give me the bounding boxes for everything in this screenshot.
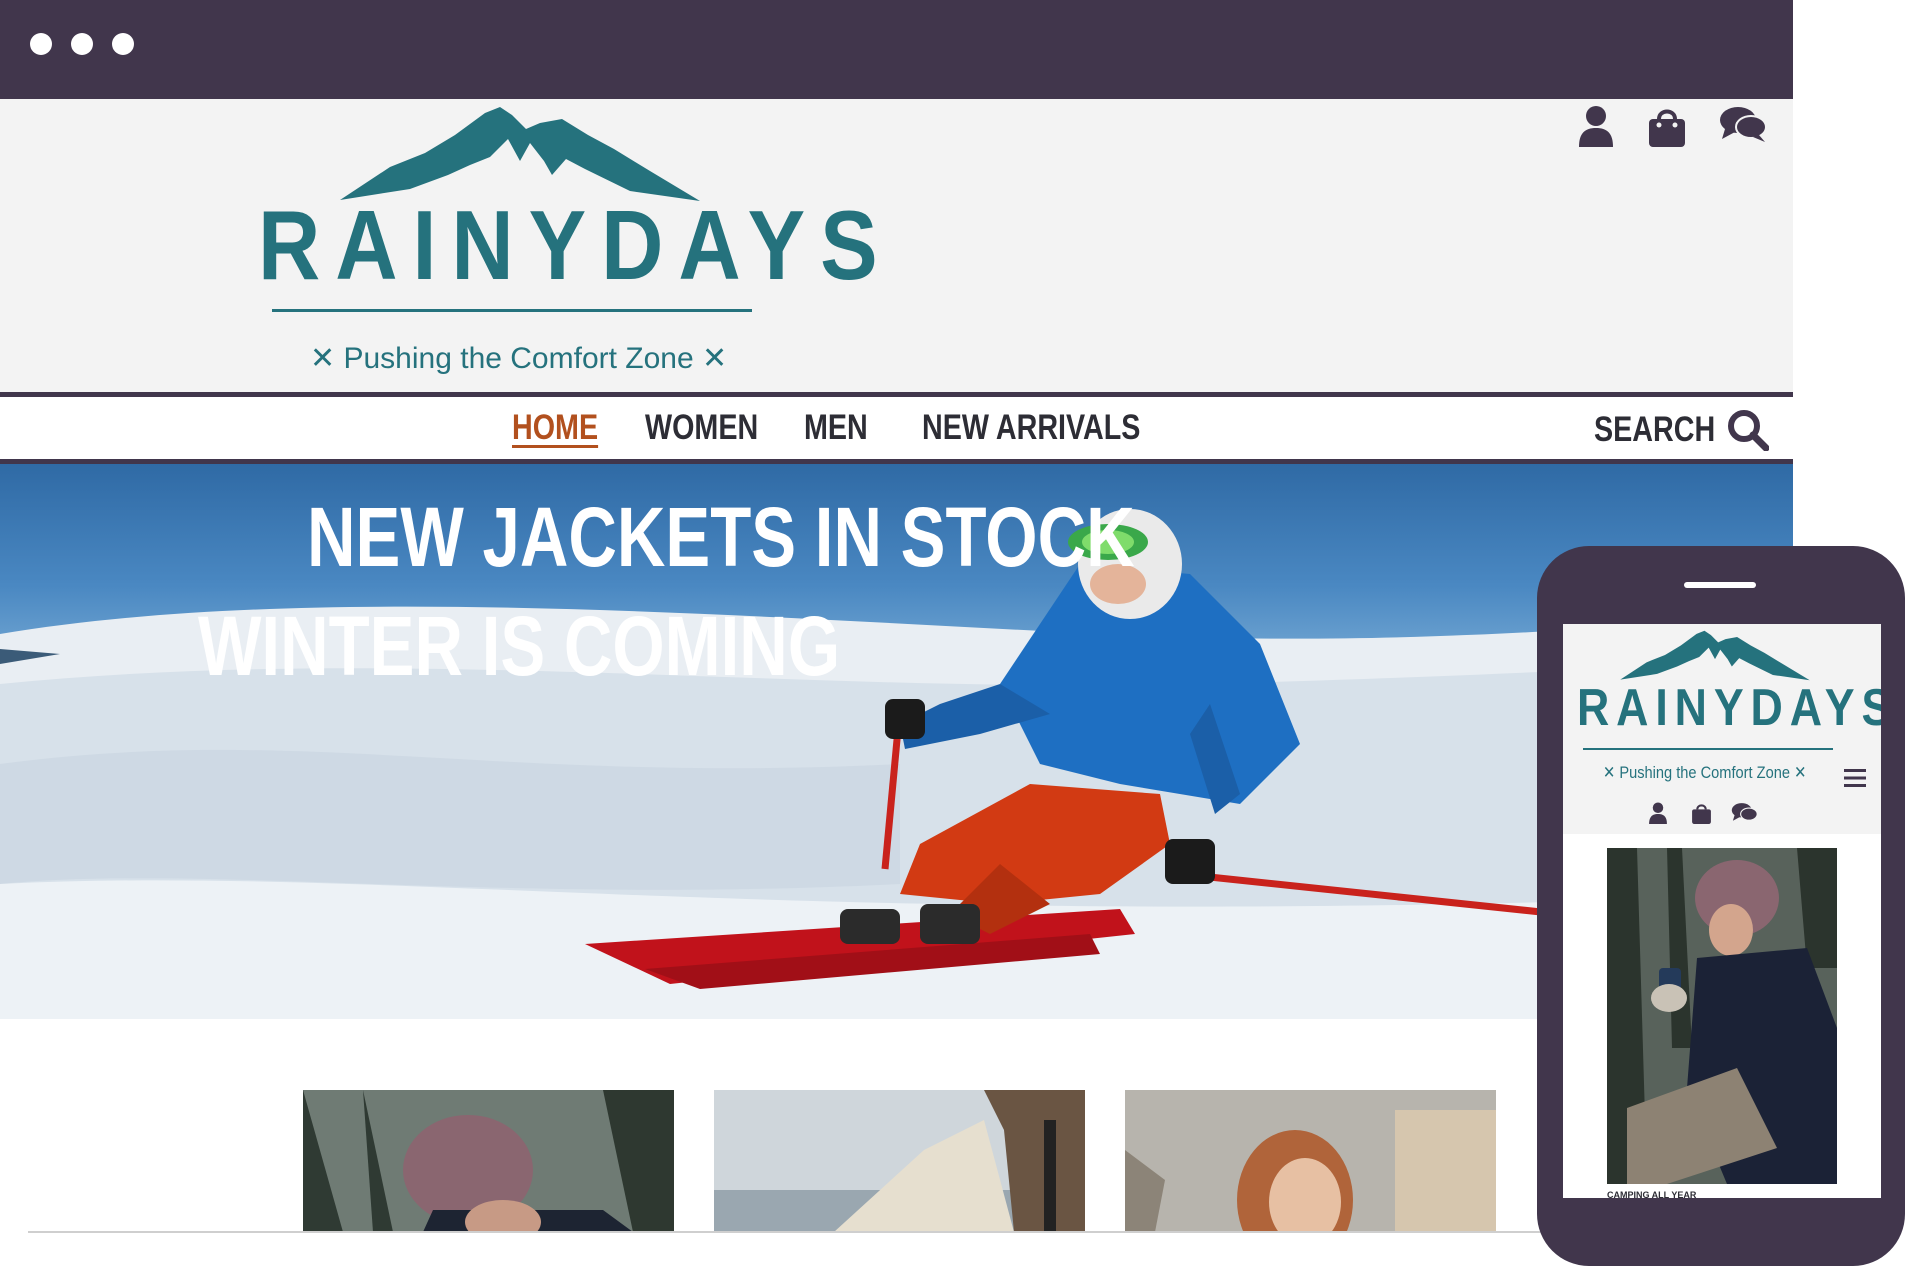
nav-item-men[interactable]: MEN bbox=[804, 408, 868, 448]
product-thumbnail[interactable] bbox=[714, 1090, 1085, 1232]
shopping-bag-icon[interactable] bbox=[1691, 802, 1712, 825]
camping-woman-image bbox=[1607, 848, 1837, 1184]
logo-divider bbox=[272, 309, 752, 312]
window-control-dot[interactable] bbox=[71, 33, 93, 55]
site-header: RAINYDAYS ✕ Pushing the Comfort Zone ✕ bbox=[0, 99, 1793, 392]
mobile-product-image[interactable] bbox=[1607, 848, 1837, 1184]
product-thumbnail[interactable] bbox=[303, 1090, 674, 1232]
brand-tagline: ✕ Pushing the Comfort Zone ✕ bbox=[310, 341, 727, 376]
shopping-bag-icon[interactable] bbox=[1647, 105, 1687, 149]
mobile-phone-mockup: RAINYDAYS ✕ Pushing the Comfort Zone ✕ C… bbox=[1537, 546, 1905, 1266]
product-thumbnail-image bbox=[303, 1090, 674, 1232]
tagline-mark: ✕ bbox=[1794, 763, 1807, 782]
mobile-brand-wordmark: RAINYDAYS bbox=[1577, 679, 1881, 737]
search-icon[interactable] bbox=[1727, 409, 1769, 451]
mountain-logo-icon bbox=[1620, 630, 1810, 681]
nav-item-new-arrivals[interactable]: NEW ARRIVALS bbox=[922, 408, 1140, 448]
mobile-brand-tagline: ✕ Pushing the Comfort Zone ✕ bbox=[1603, 763, 1806, 783]
hero-banner[interactable]: NEW JACKETS IN STOCK WINTER IS COMING bbox=[0, 464, 1793, 1019]
mobile-image-caption: CAMPING ALL YEAR bbox=[1607, 1190, 1697, 1198]
nav-item-women[interactable]: WOMEN bbox=[645, 408, 758, 448]
tagline-mark: ✕ bbox=[702, 342, 728, 375]
phone-speaker bbox=[1684, 582, 1756, 588]
user-icon[interactable] bbox=[1577, 105, 1615, 147]
product-thumbnail-image bbox=[1125, 1090, 1496, 1232]
tagline-text: Pushing the Comfort Zone bbox=[1619, 763, 1790, 782]
chat-icon[interactable] bbox=[1731, 802, 1758, 823]
user-icon[interactable] bbox=[1648, 802, 1668, 824]
product-thumbnail-image bbox=[714, 1090, 1085, 1232]
main-navigation: HOME WOMEN MEN NEW ARRIVALS SEARCH bbox=[0, 392, 1793, 464]
hero-subheadline: WINTER IS COMING bbox=[198, 599, 841, 693]
window-control-dot[interactable] bbox=[30, 33, 52, 55]
chat-icon[interactable] bbox=[1719, 105, 1767, 143]
browser-title-bar bbox=[0, 0, 1793, 99]
window-control-dot[interactable] bbox=[112, 33, 134, 55]
tagline-text: Pushing the Comfort Zone bbox=[343, 342, 694, 375]
tagline-mark: ✕ bbox=[1603, 763, 1616, 782]
tagline-mark: ✕ bbox=[310, 342, 336, 375]
brand-wordmark: RAINYDAYS bbox=[258, 190, 893, 300]
desktop-browser-mockup: RAINYDAYS ✕ Pushing the Comfort Zone ✕ H… bbox=[0, 0, 1793, 1240]
nav-item-home[interactable]: HOME bbox=[512, 408, 598, 448]
hamburger-menu-icon[interactable] bbox=[1844, 768, 1866, 788]
page-divider bbox=[28, 1231, 1793, 1233]
mobile-header: RAINYDAYS ✕ Pushing the Comfort Zone ✕ bbox=[1563, 624, 1881, 834]
search-label[interactable]: SEARCH bbox=[1594, 410, 1715, 450]
mobile-logo-divider bbox=[1583, 748, 1833, 750]
product-thumbnail[interactable] bbox=[1125, 1090, 1496, 1232]
mobile-screen: RAINYDAYS ✕ Pushing the Comfort Zone ✕ C… bbox=[1563, 624, 1881, 1198]
hero-headline: NEW JACKETS IN STOCK bbox=[307, 490, 1135, 584]
